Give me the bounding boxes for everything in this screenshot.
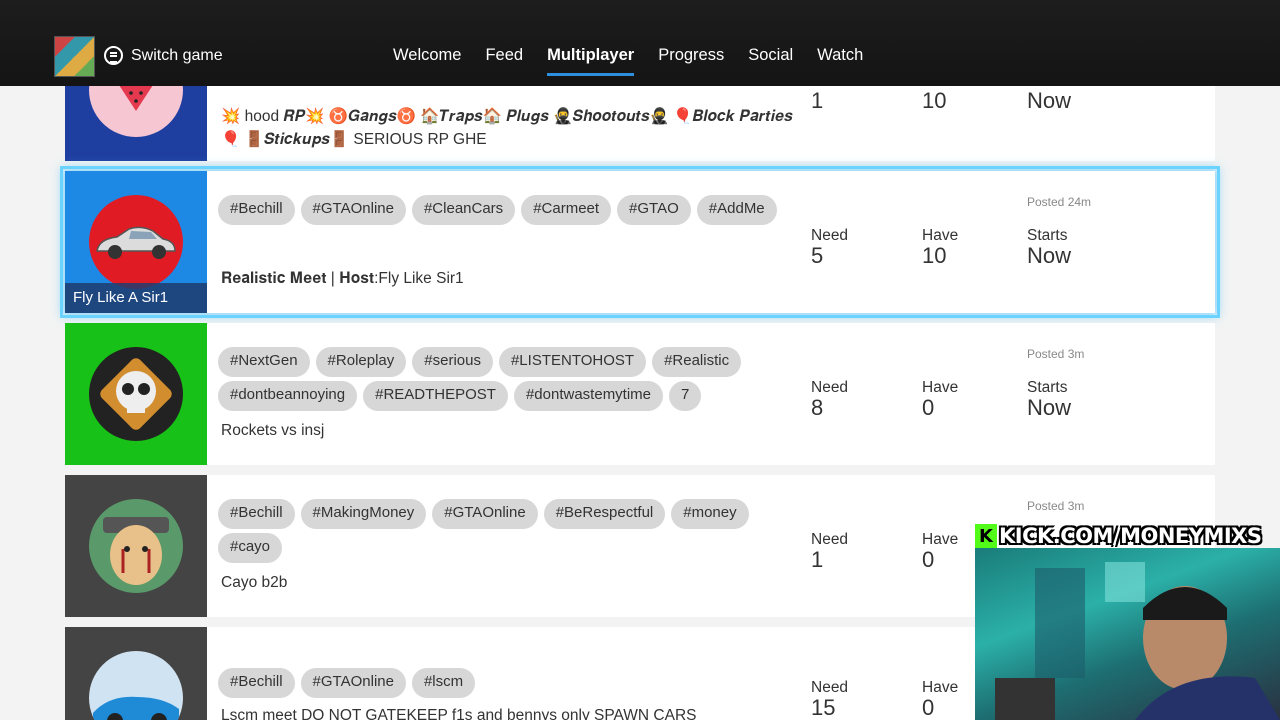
need-count: Need 8 [811, 379, 849, 420]
webcam-overlay [975, 548, 1280, 720]
need-count: 1 [811, 88, 824, 113]
skull-icon [89, 347, 183, 441]
need-count: Need 5 [811, 227, 849, 268]
tag-chip: #Bechill [218, 499, 295, 529]
tag-chip: #dontwastemytime [513, 381, 664, 411]
tag-chip: #Bechill [218, 668, 295, 698]
tag-chip: #CleanCars [411, 195, 516, 225]
post-description: Cayo b2b [221, 574, 288, 591]
tab-feed[interactable]: Feed [485, 46, 523, 76]
need-count: Need 15 [811, 679, 849, 720]
have-count: Have 0 [922, 379, 959, 420]
sports-car-icon [89, 651, 183, 720]
post-avatar-tile [65, 475, 207, 617]
tab-bar: Welcome Feed Multiplayer Progress Social… [393, 46, 887, 76]
tab-multiplayer[interactable]: Multiplayer [547, 46, 635, 76]
need-count: Need 1 [811, 531, 849, 572]
tag-chip: #MakingMoney [300, 499, 427, 529]
lfg-post-row[interactable]: #NextGen #Roleplay #serious #LISTENTOHOS… [65, 323, 1215, 465]
switch-game-button[interactable]: Switch game [104, 46, 223, 65]
tag-chip: #AddMe [696, 195, 777, 225]
tag-chip: #dontbeannoying [218, 381, 358, 411]
tag-chip: #lscm [411, 668, 476, 698]
kick-stream-url: KICK.COM/MONEYMIXS [999, 524, 1262, 548]
posted-time: Posted 3m [1027, 499, 1085, 513]
tag-chip: #Bechill [218, 195, 295, 225]
post-avatar-tile: Fly Like A Sir1 [65, 171, 207, 313]
tag-chip: #READTHEPOST [363, 381, 508, 411]
tag-list: #NextGen #Roleplay #serious #LISTENTOHOS… [218, 347, 798, 411]
starts-value: Starts Now [1027, 379, 1072, 420]
tag-chip: #money [671, 499, 749, 529]
tag-list: #Bechill #GTAOnline #lscm [218, 668, 798, 698]
post-description: 𝐑𝐞𝐚𝐥𝐢𝐬𝐭𝐢𝐜 𝐌𝐞𝐞𝐭 | 𝐇𝐨𝐬𝐭:Fly Like Sir1 [221, 270, 464, 287]
tab-social[interactable]: Social [748, 46, 793, 76]
tag-chip: #NextGen [218, 347, 310, 377]
posted-time: Posted 24m [1027, 195, 1092, 209]
starts-value: Starts Now [1027, 227, 1072, 268]
tag-chip: #Realistic [652, 347, 742, 377]
anime-character-icon [89, 499, 183, 593]
have-count: Have 0 [922, 679, 959, 720]
tab-watch[interactable]: Watch [817, 46, 863, 76]
kick-stream-banner: K KICK.COM/MONEYMIXS [975, 522, 1262, 550]
tag-list: #Bechill #GTAOnline #CleanCars #Carmeet … [218, 195, 798, 225]
tag-chip: #GTAO [617, 195, 691, 225]
tab-progress[interactable]: Progress [658, 46, 724, 76]
starts-value: Now [1027, 88, 1072, 113]
menu-icon [104, 46, 123, 65]
car-icon [89, 195, 183, 289]
tag-chip: #Carmeet [521, 195, 612, 225]
tag-chip: #serious [412, 347, 493, 377]
top-navigation-bar: Switch game Welcome Feed Multiplayer Pro… [0, 0, 1280, 86]
have-count: Have 10 [922, 227, 959, 268]
switch-game-label: Switch game [131, 46, 223, 64]
post-avatar-tile [65, 323, 207, 465]
posted-time: Posted 3m [1027, 347, 1085, 361]
post-description: Rockets vs insj [221, 422, 325, 439]
lfg-post-row-selected[interactable]: Fly Like A Sir1 #Bechill #GTAOnline #Cle… [60, 166, 1220, 318]
have-count: Have 0 [922, 531, 959, 572]
tag-chip: #GTAOnline [300, 668, 406, 698]
post-description: 💥 hood 𝑹𝑷💥 ♉𝑮𝒂𝒏𝒈𝒔♉ 🏠𝑻𝒓𝒂𝒑𝒔🏠 𝑷𝒍𝒖𝒈𝒔 🥷𝑺𝒉𝒐𝒐𝒕𝒐… [221, 108, 793, 148]
game-thumbnail-icon[interactable] [54, 36, 95, 77]
post-description: Lscm meet DO NOT GATEKEEP f1s and bennys… [221, 707, 697, 720]
tag-chip: #LISTENTOHOST [498, 347, 647, 377]
post-owner-name: Fly Like A Sir1 [65, 283, 207, 313]
tag-chip: #BeRespectful [543, 499, 666, 529]
tag-chip: #GTAOnline [300, 195, 406, 225]
tag-list: #Bechill #MakingMoney #GTAOnline #BeResp… [218, 499, 798, 563]
tag-overflow-count: 7 [669, 381, 702, 411]
tag-chip: #cayo [218, 533, 283, 563]
tag-chip: #GTAOnline [432, 499, 538, 529]
have-count: 10 [922, 88, 947, 113]
tab-welcome[interactable]: Welcome [393, 46, 461, 76]
tag-chip: #Roleplay [315, 347, 407, 377]
kick-logo-icon: K [975, 524, 997, 548]
post-avatar-tile [65, 627, 207, 720]
